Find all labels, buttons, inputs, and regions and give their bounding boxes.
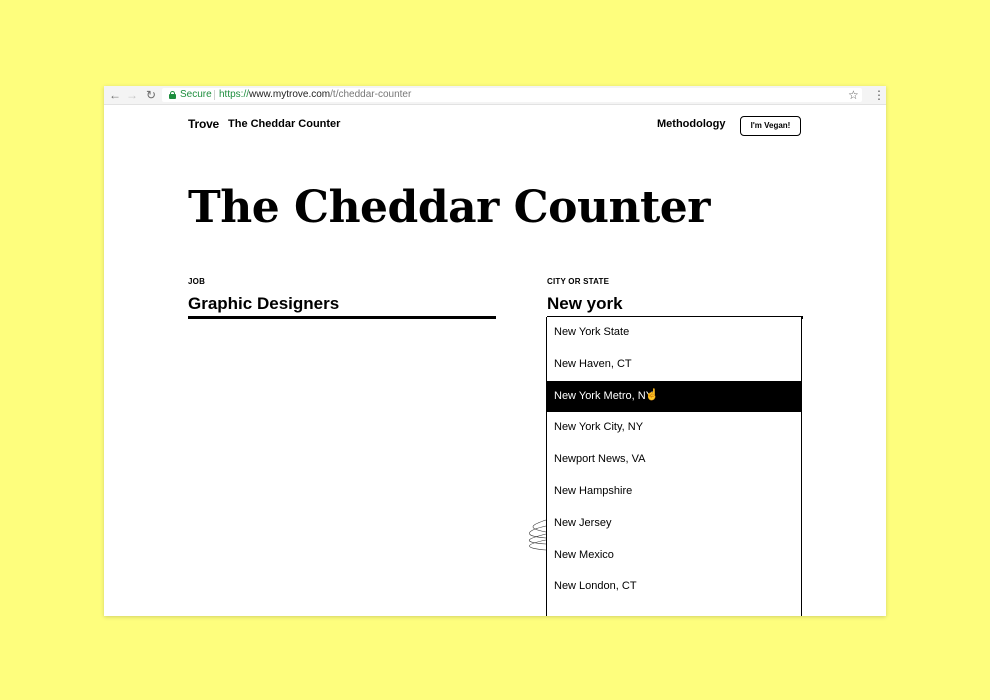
city-input[interactable] [547,294,803,319]
reload-icon[interactable]: ↻ [144,87,158,103]
job-input[interactable] [188,294,496,319]
dropdown-option-highlighted[interactable]: New York Metro, NY [547,380,801,413]
dropdown-option[interactable]: New York State [547,317,801,349]
dropdown-option[interactable]: Newport News, VA [547,444,801,476]
back-arrow-icon[interactable]: ← [108,87,122,103]
secure-label: Secure [180,89,212,100]
url-path: /t/cheddar-counter [330,89,412,100]
hand-cursor-icon: ☝ [645,389,659,401]
lock-icon [169,91,176,99]
scribble-illustration [529,519,547,551]
url-scheme: https:// [219,89,250,100]
city-dropdown[interactable]: New York State New Haven, CT New York Me… [546,317,802,616]
dropdown-option[interactable]: New Jersey [547,508,801,540]
dropdown-option[interactable]: New York City, NY [547,412,801,444]
browser-menu-icon[interactable]: ⋮ [873,87,885,103]
dropdown-option[interactable]: New London, CT [547,571,801,603]
site-title-link[interactable]: The Cheddar Counter [228,118,340,130]
methodology-link[interactable]: Methodology [657,118,725,130]
city-label: CITY OR STATE [547,277,610,286]
address-bar[interactable]: Secure https://www.mytrove.com/t/cheddar… [162,88,862,102]
vegan-button[interactable]: I'm Vegan! [740,116,801,136]
url-text[interactable]: https://www.mytrove.com/t/cheddar-counte… [219,88,411,102]
bookmark-star-icon[interactable]: ☆ [848,87,859,103]
address-divider [214,90,215,100]
trove-logo[interactable]: Trove [188,117,219,131]
job-label: JOB [188,277,206,286]
dropdown-option[interactable]: New Haven, CT [547,349,801,381]
browser-toolbar: ← → ↻ Secure https://www.mytrove.com/t/c… [104,86,886,105]
forward-arrow-icon[interactable]: → [125,87,139,103]
page-title: The Cheddar Counter [188,182,710,233]
browser-window: ← → ↻ Secure https://www.mytrove.com/t/c… [104,86,886,616]
url-host: www.mytrove.com [249,89,331,100]
dropdown-option[interactable]: New Hampshire [547,476,801,508]
dropdown-option[interactable]: New Mexico [547,540,801,572]
